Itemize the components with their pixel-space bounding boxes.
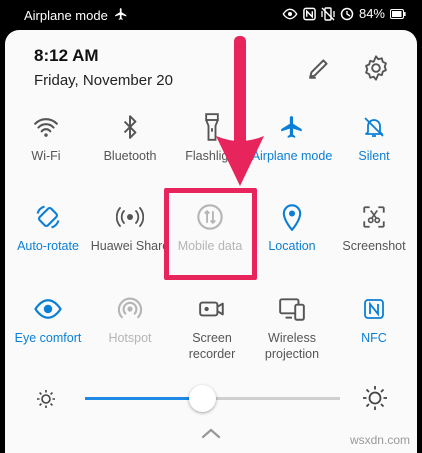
- hotspot-icon: [88, 292, 172, 326]
- brightness-low-icon: [36, 389, 56, 414]
- chevron-up-icon[interactable]: [200, 426, 222, 444]
- tile-label: Bluetooth: [103, 149, 157, 163]
- down-arrow-icon: [210, 36, 270, 193]
- tile-bluetooth[interactable]: Bluetooth: [88, 110, 172, 164]
- brightness-slider-thumb[interactable]: [189, 385, 216, 412]
- huawei-share-icon: [88, 200, 172, 234]
- status-bar: Airplane mode 84%: [0, 0, 422, 30]
- tile-label: Location: [268, 239, 316, 253]
- tile-hotspot[interactable]: Hotspot: [88, 292, 172, 346]
- tile-label: Huawei Share: [90, 239, 170, 253]
- wireless-projection-icon: [250, 292, 334, 326]
- wifi-icon: [4, 110, 88, 144]
- tile-screenshot[interactable]: Screenshot: [332, 200, 416, 254]
- tile-screen-recorder[interactable]: Screen recorder: [170, 292, 254, 362]
- brightness-high-icon: [362, 385, 388, 416]
- tile-label: Screenshot: [342, 239, 406, 253]
- tile-label: Wi-Fi: [31, 149, 61, 163]
- tile-silent[interactable]: Silent: [332, 110, 416, 164]
- tile-label: Silent: [358, 149, 390, 163]
- clock-time: 8:12 AM: [34, 46, 99, 65]
- brightness-slider-track[interactable]: [203, 397, 340, 400]
- status-carrier-text: Airplane mode: [24, 8, 108, 23]
- tile-label: Hotspot: [108, 331, 152, 345]
- tile-label: NFC: [361, 331, 387, 345]
- tile-label: Eye comfort: [14, 331, 82, 345]
- vibrate-icon: [321, 6, 335, 21]
- tile-label: Screen recorder: [188, 331, 236, 361]
- airplane-icon: [114, 7, 128, 24]
- eye-icon: [282, 8, 298, 20]
- tile-label: Auto-rotate: [17, 239, 79, 253]
- tile-location[interactable]: Location: [250, 200, 334, 254]
- tile-auto-rotate[interactable]: Auto-rotate: [6, 200, 90, 254]
- screenshot-icon: [332, 200, 416, 234]
- edit-pencil-icon[interactable]: [306, 55, 332, 81]
- watermark: wsxdn.com: [349, 433, 410, 447]
- tile-wireless-projection[interactable]: Wireless projection: [250, 292, 334, 362]
- bell-off-icon: [332, 110, 416, 144]
- location-pin-icon: [250, 200, 334, 234]
- battery-text: 84%: [358, 6, 385, 21]
- nfc-icon: [303, 7, 316, 21]
- tile-eye-comfort[interactable]: Eye comfort: [6, 292, 90, 346]
- clock-date: Friday, November 20: [34, 72, 173, 89]
- tile-nfc[interactable]: NFC: [332, 292, 416, 346]
- alarm-icon: [340, 7, 354, 21]
- bluetooth-icon: [88, 110, 172, 144]
- settings-gear-icon[interactable]: [362, 54, 390, 82]
- tile-label: Wireless projection: [264, 331, 320, 361]
- nfc-icon: [332, 292, 416, 326]
- brightness-slider-fill: [85, 397, 203, 400]
- eye-icon: [6, 292, 90, 326]
- auto-rotate-icon: [6, 200, 90, 234]
- screen-recorder-icon: [170, 292, 254, 326]
- tile-wifi[interactable]: Wi-Fi: [4, 110, 88, 164]
- battery-icon: [390, 8, 406, 19]
- tile-huawei-share[interactable]: Huawei Share: [88, 200, 172, 254]
- highlight-box: [164, 188, 257, 280]
